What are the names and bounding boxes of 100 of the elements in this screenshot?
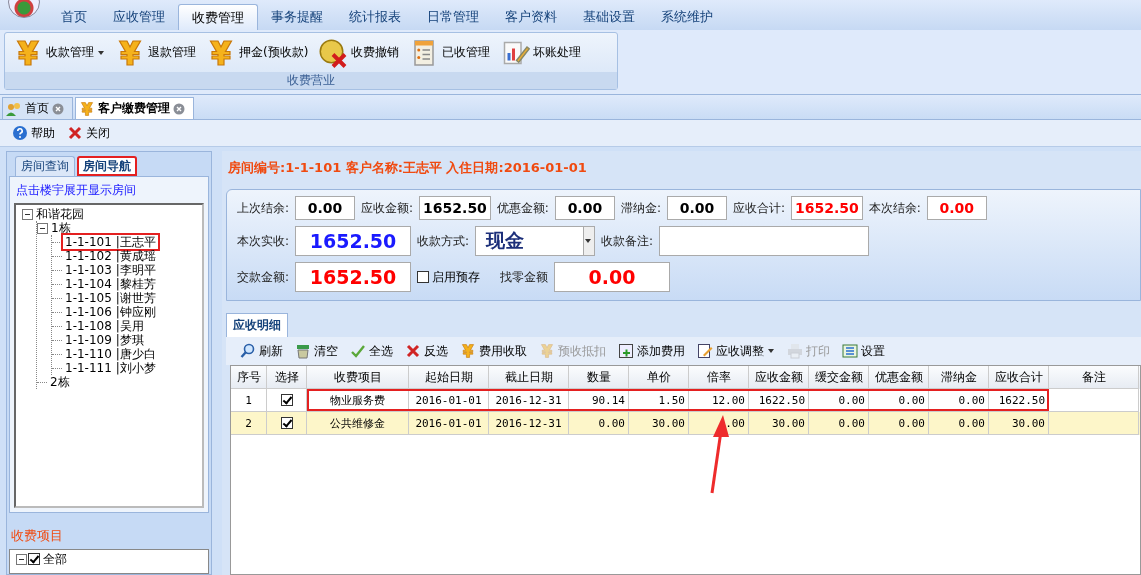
column-header[interactable]: 优惠金额 [869,366,929,389]
room-info-title: 房间编号:1-1-101 客户名称:王志平 入住日期:2016-01-01 [227,159,588,177]
tree-item[interactable]: 1-1-103 |李明平 [63,263,158,277]
ribbon-button[interactable]: 坏账处理 [496,34,586,71]
column-header[interactable]: 缓交金额 [809,366,869,389]
document-tab[interactable]: 首页 [2,97,73,119]
field-label: 交款金额: [237,268,290,286]
amount-field[interactable]: 0.00 [295,196,356,220]
column-header[interactable]: 应收合计 [989,366,1049,389]
tree-item[interactable]: 1-1-106 |钟应刚 [63,305,158,319]
amount-field[interactable]: 1652.50 [791,196,863,220]
close-icon [405,343,421,359]
broom-icon [295,343,311,359]
tree-item[interactable]: 1-1-102 |黄成瑶 [63,249,158,263]
field-label: 本次实收: [237,232,290,250]
toolbar-button[interactable]: 全选 [348,340,395,362]
printer-icon [787,343,803,359]
document-tab[interactable]: 客户缴费管理 [75,97,194,119]
section-tab[interactable]: 应收明细 [226,313,288,337]
field-label: 收款方式: [417,232,470,250]
tree-item[interactable]: 1-1-105 |谢世芳 [63,291,158,305]
add-icon [618,343,634,359]
column-header[interactable]: 数量 [569,366,629,389]
close-icon[interactable] [173,102,185,115]
tree-item[interactable]: 1栋 [49,221,73,235]
toolbar-button[interactable]: 清空 [293,340,340,362]
column-header[interactable]: 单价 [629,366,689,389]
expand-toggle-icon[interactable] [16,553,27,565]
tree-item[interactable]: 2栋 [48,375,72,389]
table-cell: 公共维修金 [307,412,409,435]
toolbar-button[interactable]: 费用收取 [458,340,529,362]
checkbox[interactable] [280,417,293,429]
amount-field[interactable]: 1652.50 [295,262,412,292]
amount-field[interactable]: 1652.50 [295,226,412,256]
people-icon [6,100,22,117]
table-row[interactable]: 2 公共维修金 2016-01-01 2016-12-31 0.00 30.00 .00 30.00 0.00 0.00 0.00 30.00 [231,412,1140,435]
menu-tab[interactable]: 统计报表 [336,4,414,30]
menu-tab[interactable]: 首页 [48,4,100,30]
search-icon [240,343,256,359]
ribbon-button[interactable]: 退款管理 [111,34,200,71]
yen-icon [206,37,236,68]
table-cell: 0.00 [569,412,629,435]
table-cell: 2016-01-01 [409,412,489,435]
tree-item[interactable]: 1-1-101 |王志平 [63,235,158,249]
table-cell: 30.00 [629,412,689,435]
column-header[interactable]: 起始日期 [409,366,489,389]
ribbon-button[interactable]: 收费撤销 [314,34,404,71]
column-header[interactable]: 倍率 [689,366,749,389]
column-header[interactable]: 序号 [231,366,267,389]
menu-tab[interactable]: 日常管理 [414,4,492,30]
yen-icon [460,343,476,359]
toolbar-button[interactable]: 刷新 [238,340,285,362]
ribbon-button[interactable]: 押金(预收款) [202,34,313,71]
column-header[interactable]: 滞纳金 [929,366,989,389]
close-icon[interactable] [52,102,64,115]
checkbox[interactable] [280,394,293,406]
menu-tab[interactable]: 收费管理 [178,4,258,30]
menu-tab[interactable]: 事务提醒 [258,4,336,30]
prepay-checkbox[interactable]: 启用预存 [417,268,481,286]
toolbar-button[interactable]: 应收调整 [695,340,777,362]
amount-field[interactable]: 1652.50 [419,196,491,220]
amount-field[interactable]: 0.00 [554,262,671,292]
tree-item[interactable]: 和谐花园 [34,207,86,221]
menu-tab[interactable]: 应收管理 [100,4,178,30]
toolbar-button[interactable]: 反选 [403,340,450,362]
panel-tab[interactable]: 房间导航 [77,156,137,176]
panel-tab[interactable]: 房间查询 [15,156,75,176]
ribbon-button[interactable]: 已收管理 [405,34,495,71]
column-header[interactable]: 收费项目 [307,366,409,389]
yen-icon [115,37,145,68]
column-header[interactable]: 备注 [1049,366,1139,389]
payment-method-dropdown[interactable]: 现金 [475,226,596,256]
amount-field[interactable]: 0.00 [666,196,727,220]
field-label: 找零金额 [500,268,549,286]
tree-item[interactable]: 1-1-110 |唐少白 [63,347,158,361]
toolbar-button[interactable]: 关闭 [65,122,112,144]
tree-item[interactable]: 1-1-104 |黎桂芳 [63,277,158,291]
tree-item[interactable]: 1-1-108 |吴用 [63,319,146,333]
menu-tab[interactable]: 客户资料 [492,4,570,30]
column-header[interactable]: 应收金额 [749,366,809,389]
amount-field[interactable] [659,226,870,256]
tree-item[interactable]: 全部 [41,552,69,567]
expand-toggle-icon[interactable] [22,208,33,220]
table-cell: 0.00 [929,412,989,435]
toolbar-button[interactable]: 帮助 [10,122,57,144]
menu-tab[interactable]: 系统维护 [648,4,726,30]
expand-toggle-icon[interactable] [37,222,48,234]
column-header[interactable]: 截止日期 [489,366,569,389]
ribbon-button[interactable]: 收款管理 [9,34,109,71]
menu-tab[interactable]: 基础设置 [570,4,648,30]
column-header[interactable]: 选择 [267,366,307,389]
amount-field[interactable]: 0.00 [926,196,987,220]
tree-item[interactable]: 1-1-111 |刘小梦 [63,361,158,375]
checkbox[interactable] [28,553,40,566]
tree-item[interactable]: 1-1-109 |梦琪 [63,333,146,347]
amount-field[interactable]: 0.00 [554,196,615,220]
settings-icon [842,343,858,359]
toolbar-button[interactable]: 设置 [840,340,887,362]
toolbar-button[interactable]: 添加费用 [616,340,687,362]
caret-icon [97,48,105,57]
